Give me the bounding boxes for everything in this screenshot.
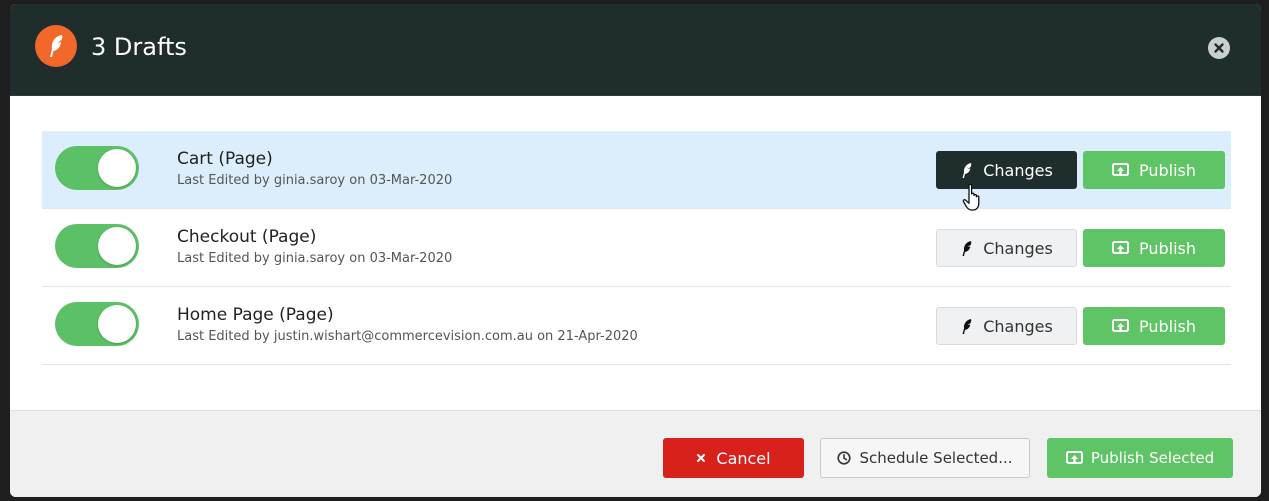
feather-icon [960,240,973,257]
upload-screen-icon [1065,450,1083,466]
upload-screen-icon [1111,318,1129,334]
modal-title: 3 Drafts [91,33,187,61]
draft-title: Checkout (Page) [177,227,317,247]
publish-selected-label: Publish Selected [1090,449,1215,467]
changes-button[interactable]: Changes [936,229,1077,267]
cancel-label: Cancel [716,448,771,468]
clock-icon [837,451,852,465]
publish-button[interactable]: Publish [1083,229,1225,267]
feather-icon [35,25,77,67]
changes-label: Changes [983,160,1053,180]
publish-button[interactable]: Publish [1083,307,1225,345]
cancel-button[interactable]: Cancel [663,438,804,478]
modal-footer: Cancel Schedule Selected... Publish Sele… [10,410,1261,497]
draft-list: Cart (Page) Last Edited by ginia.saroy o… [42,131,1231,365]
draft-toggle[interactable] [55,302,139,346]
publish-selected-button[interactable]: Publish Selected [1047,438,1233,478]
close-icon[interactable] [1208,37,1230,59]
changes-label: Changes [983,238,1053,258]
feather-icon [960,318,973,335]
draft-last-edited: Last Edited by justin.wishart@commercevi… [177,329,638,344]
modal-header: 3 Drafts [10,4,1261,96]
schedule-selected-button[interactable]: Schedule Selected... [820,438,1030,478]
draft-toggle[interactable] [55,146,139,190]
draft-toggle[interactable] [55,224,139,268]
upload-screen-icon [1111,162,1129,178]
draft-title: Home Page (Page) [177,305,334,325]
schedule-label: Schedule Selected... [859,449,1013,467]
publish-label: Publish [1138,316,1197,336]
changes-button[interactable]: Changes [936,151,1077,189]
publish-label: Publish [1138,238,1197,258]
draft-row[interactable]: Cart (Page) Last Edited by ginia.saroy o… [42,131,1231,209]
publish-label: Publish [1138,160,1197,180]
draft-last-edited: Last Edited by ginia.saroy on 03-Mar-202… [177,173,453,188]
draft-last-edited: Last Edited by ginia.saroy on 03-Mar-202… [177,251,453,266]
draft-row[interactable]: Home Page (Page) Last Edited by justin.w… [42,287,1231,365]
draft-title: Cart (Page) [177,149,273,169]
changes-label: Changes [983,316,1053,336]
changes-button[interactable]: Changes [936,307,1077,345]
close-icon [696,453,706,463]
feather-icon [960,162,973,179]
publish-button[interactable]: Publish [1083,151,1225,189]
upload-screen-icon [1111,240,1129,256]
draft-row[interactable]: Checkout (Page) Last Edited by ginia.sar… [42,209,1231,287]
drafts-modal: 3 Drafts Cart (Page) Last Edited by gini… [10,4,1261,497]
